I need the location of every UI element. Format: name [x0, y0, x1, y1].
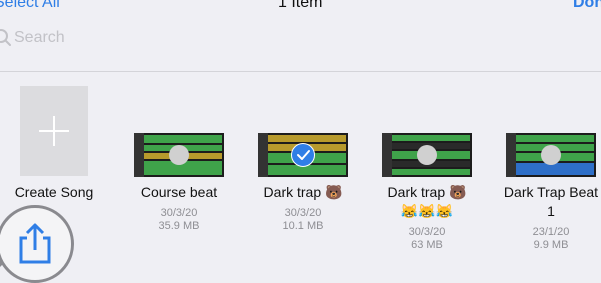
- song-thumbnail[interactable]: [506, 133, 596, 177]
- divider: [0, 71, 601, 72]
- navigation-bar: Select All 1 Item Done: [0, 0, 601, 14]
- plus-icon-bar: [39, 130, 69, 132]
- song-thumbnail[interactable]: [258, 133, 348, 177]
- song-size: 9.9 MB: [533, 239, 569, 251]
- selected-checkmark-icon: [291, 143, 315, 167]
- search-input[interactable]: [14, 27, 414, 49]
- song-size: 35.9 MB: [158, 220, 200, 232]
- song-title-line2: 1: [547, 203, 555, 219]
- song-play-indicator: [169, 145, 189, 165]
- song-date: 30/3/20: [284, 207, 322, 219]
- song-date: 30/3/20: [408, 226, 446, 238]
- song-title-line2: 😹😹😹: [400, 203, 454, 219]
- song-thumbnail[interactable]: [134, 133, 224, 177]
- song-title: Course beat: [140, 184, 218, 200]
- song-title: Dark trap 🐻: [387, 184, 467, 200]
- song-title: Dark Trap Beat: [503, 184, 599, 200]
- share-button[interactable]: [0, 205, 74, 283]
- select-all-button[interactable]: Select All: [0, 0, 60, 12]
- song-date: 23/1/20: [532, 226, 570, 238]
- song-size: 63 MB: [411, 239, 443, 251]
- share-icon: [19, 223, 51, 264]
- song-date: 30/3/20: [160, 207, 198, 219]
- selection-count-title: 1 Item: [278, 0, 323, 11]
- song-size: 10.1 MB: [282, 220, 324, 232]
- create-song-label: Create Song: [14, 184, 94, 200]
- song-thumbnail[interactable]: [382, 133, 472, 177]
- search-icon: [0, 29, 11, 46]
- song-title: Dark trap 🐻: [263, 184, 343, 200]
- create-song-tile[interactable]: [20, 86, 88, 176]
- song-play-indicator: [417, 145, 437, 165]
- song-play-indicator: [541, 145, 561, 165]
- done-button[interactable]: Done: [573, 0, 601, 12]
